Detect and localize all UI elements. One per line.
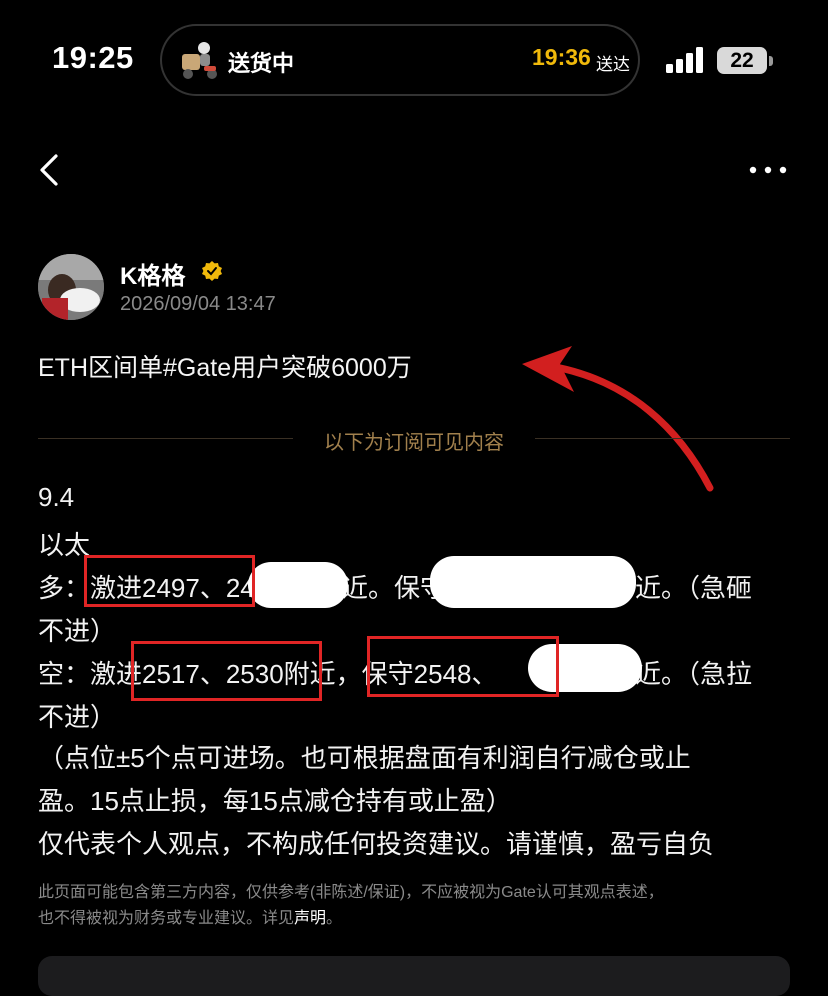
post-line-short-end: 不进） <box>38 702 117 732</box>
battery-tip <box>769 56 773 66</box>
avatar-photo <box>38 254 104 320</box>
courier-scooter-icon <box>182 42 217 79</box>
annotation-box <box>367 636 559 697</box>
post-line-long-end: 不进） <box>38 616 117 646</box>
annotation-box <box>131 641 322 701</box>
statement-link[interactable]: 声明 <box>294 910 326 927</box>
disclaimer-line-1: 此页面可能包含第三方内容，仅供参考(非陈述/保证)，不应被视为Gate认可其观点… <box>38 884 664 901</box>
divider-right <box>535 438 790 439</box>
post-line-date: 9.4 <box>38 482 75 512</box>
avatar[interactable] <box>38 254 104 320</box>
battery-level: 22 <box>717 47 767 74</box>
post-line-note-b: 盈。15点止损，每15点减仓持有或止盈） <box>38 786 512 816</box>
delivery-status: 送货中 <box>228 51 295 76</box>
disclaimer-end: 。 <box>326 910 343 927</box>
verified-badge-icon <box>202 261 222 281</box>
disclaimer-text: 也不得被视为财务或专业建议。详见 <box>38 910 295 927</box>
post-line-asset: 以太 <box>38 530 91 560</box>
annotation-box <box>84 555 255 607</box>
post-line-note-a: （点位±5个点可进场。也可根据盘面有利润自行减仓或止 <box>38 743 691 773</box>
redaction-mark <box>248 562 348 608</box>
disclaimer-line-2: 也不得被视为财务或专业建议。详见声明。 <box>38 904 342 928</box>
divider-left <box>38 438 293 439</box>
post-line-risk: 仅代表个人观点，不构成任何投资建议。请谨慎，盈亏自负 <box>38 829 715 859</box>
more-horizontal-icon[interactable] <box>748 158 788 182</box>
post-title: ETH区间单#Gate用户突破6000万 <box>38 354 412 382</box>
dynamic-island-delivery[interactable]: 送货中 19:36 送达 <box>160 24 640 96</box>
post-line-long-c: 近。（急砸 <box>635 573 753 603</box>
subscriber-content-label: 以下为订阅可见内容 <box>324 432 504 454</box>
post-line-short-b: 近。（急拉 <box>635 659 753 689</box>
status-time: 19:25 <box>52 40 134 75</box>
bottom-panel <box>38 956 790 996</box>
cellular-signal-icon <box>666 47 703 73</box>
annotation-arrow-icon <box>522 346 714 492</box>
chevron-left-icon[interactable] <box>34 150 68 190</box>
delivery-eta-time: 19:36 <box>532 44 591 70</box>
delivery-eta-suffix: 送达 <box>596 55 630 74</box>
redaction-mark <box>430 556 636 608</box>
author-name[interactable]: K格格 <box>120 256 185 291</box>
post-timestamp: 2026/09/04 13:47 <box>120 293 276 315</box>
